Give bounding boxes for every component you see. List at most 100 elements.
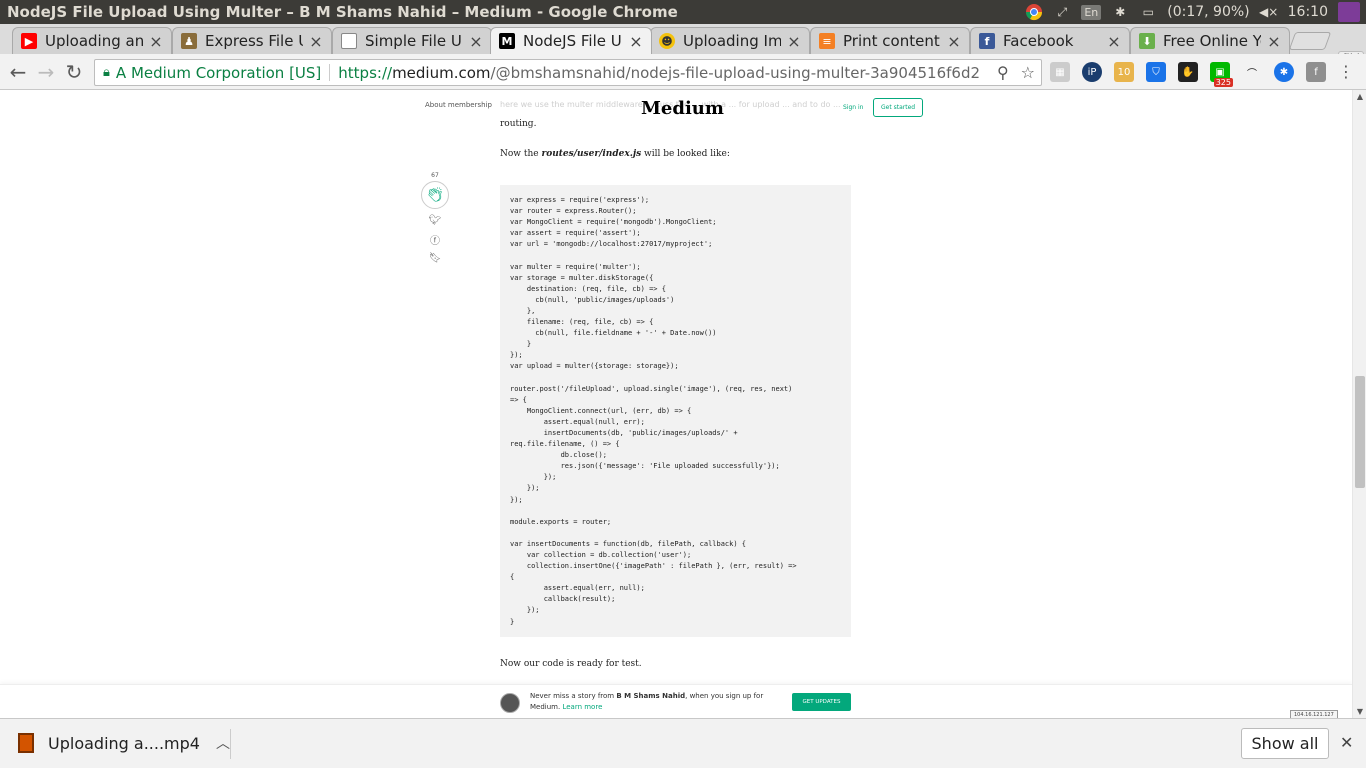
keyboard-language-indicator[interactable]: En — [1081, 4, 1102, 20]
chrome-icon[interactable] — [1025, 3, 1043, 21]
bookmark-star-icon[interactable]: ☆ — [1021, 63, 1035, 82]
scroll-thumb[interactable] — [1355, 376, 1365, 488]
close-icon[interactable]: × — [629, 32, 643, 51]
scroll-up-icon[interactable]: ▲ — [1355, 92, 1365, 101]
shield-icon[interactable]: ⛉ — [1146, 62, 1166, 82]
download-icon: ⬇ — [1139, 33, 1155, 49]
new-tab-button[interactable] — [1288, 32, 1332, 50]
youtube-icon: ▶ — [21, 33, 37, 49]
url-path[interactable]: /@bmshamsnahid/nodejs-file-upload-using-… — [491, 64, 981, 82]
wave-extension-icon[interactable]: ⌒ — [1242, 62, 1262, 82]
gnome-icon[interactable]: ✋ — [1178, 62, 1198, 82]
page-scrollbar[interactable]: ▲ ▼ — [1352, 90, 1366, 718]
close-icon[interactable]: × — [1107, 32, 1121, 51]
learn-more-link[interactable]: Learn more — [562, 703, 602, 711]
tab-label: Express File Up — [205, 32, 303, 50]
url-scheme[interactable]: https:// — [338, 64, 392, 82]
stackoverflow-icon: ≡ — [819, 33, 835, 49]
twitter-icon[interactable]: 🐦︎ — [420, 215, 450, 226]
show-all-button[interactable]: Show all — [1241, 728, 1329, 759]
browser-toolbar: ← → ↻ 🔒︎ A Medium Corporation [US] https… — [0, 54, 1366, 90]
tab-label: NodeJS File Up — [523, 32, 623, 50]
extension-puzzle-icon[interactable]: ▦ — [1050, 62, 1070, 82]
calendar-extension-icon[interactable]: 10 — [1114, 62, 1134, 82]
lock-icon[interactable]: 🔒︎ — [103, 65, 110, 80]
tab-free-online-youtube[interactable]: ⬇ Free Online Yo × — [1130, 27, 1290, 54]
secure-origin-label[interactable]: A Medium Corporation [US] — [116, 64, 321, 82]
medium-icon: M — [499, 33, 515, 49]
battery-icon[interactable]: ▭ — [1139, 3, 1157, 21]
download-item[interactable]: Uploading a....mp4 ︿ — [18, 733, 230, 753]
clap-icon[interactable]: 👏︎ — [421, 181, 449, 209]
tab-nodejs-file-upload[interactable]: M NodeJS File Up × — [490, 27, 652, 54]
signin-link[interactable]: Sign in — [843, 104, 863, 111]
close-icon[interactable]: × — [309, 32, 323, 51]
facebook-share-icon[interactable]: ⓕ — [420, 232, 450, 247]
tab-label: Facebook — [1003, 32, 1074, 50]
tab-facebook[interactable]: f Facebook × — [970, 27, 1130, 54]
get-started-button[interactable]: Get started — [873, 98, 924, 117]
ip-address-tag: 104.16.121.127 — [1290, 710, 1338, 718]
facebook-icon: f — [979, 33, 995, 49]
paragraph-routing: routing. — [500, 119, 537, 129]
extensions-area: ▦ iP 10 ⛉ ✋ ▣ 325 ⌒ ✱ f ⋮ — [1050, 62, 1354, 87]
tab-uploading-images[interactable]: ☻ Uploading Ima × — [650, 27, 810, 54]
omnibox-actions: ⚲ ☆ — [997, 63, 1035, 82]
chevron-up-icon[interactable]: ︿ — [216, 733, 230, 753]
address-bar[interactable]: 🔒︎ A Medium Corporation [US] https://med… — [94, 59, 1042, 86]
bluetooth-icon[interactable]: ✱ — [1111, 3, 1129, 21]
chrome-menu-icon[interactable]: ⋮ — [1338, 62, 1354, 82]
download-filename[interactable]: Uploading a....mp4 — [48, 734, 200, 753]
tab-strip: ▶ Uploading an I × ♟ Express File Up × S… — [0, 24, 1366, 67]
reload-icon[interactable]: ↻ — [62, 60, 86, 84]
paragraph-ready: Now our code is ready for test. — [500, 659, 642, 669]
text-span: Never miss a story from — [530, 692, 617, 700]
close-icon[interactable]: × — [787, 32, 801, 51]
scroll-down-icon[interactable]: ▼ — [1355, 707, 1365, 716]
page-icon — [341, 33, 357, 49]
tab-uploading-youtube[interactable]: ▶ Uploading an I × — [12, 27, 172, 54]
page-viewport: here we use the multer middleware ... cu… — [0, 90, 1352, 718]
medium-header: About membership Medium Sign in Get star… — [425, 96, 925, 120]
get-updates-button[interactable]: GET UPDATES — [792, 693, 851, 711]
about-membership-link[interactable]: About membership — [425, 101, 492, 109]
tab-print-content[interactable]: ≡ Print content o × — [810, 27, 970, 54]
zoom-icon[interactable]: ⚲ — [997, 63, 1009, 82]
author-avatar[interactable] — [500, 693, 520, 713]
tab-express-file-upload[interactable]: ♟ Express File Up × — [172, 27, 332, 54]
tab-label: Uploading Ima — [683, 32, 781, 50]
footer-message: Never miss a story from B M Shams Nahid,… — [530, 691, 780, 713]
volume-muted-icon[interactable]: ◀× — [1259, 3, 1278, 21]
file-path-emphasis: routes/user/index.js — [541, 149, 642, 159]
tab-simple-file-upload[interactable]: Simple File Upl × — [332, 27, 492, 54]
download-divider — [230, 729, 231, 759]
session-menu-icon[interactable] — [1338, 2, 1360, 22]
window-title: NodeJS File Upload Using Multer – B M Sh… — [7, 3, 678, 21]
emoji-icon: ☻ — [659, 33, 675, 49]
translate-extension-icon[interactable]: ✱ — [1274, 62, 1294, 82]
forward-arrow-icon[interactable]: → — [34, 60, 58, 84]
extension-badge: 325 — [1213, 78, 1233, 87]
close-icon[interactable]: × — [469, 32, 483, 51]
facebook-extension-icon[interactable]: f — [1306, 62, 1326, 82]
close-icon[interactable]: × — [149, 32, 163, 51]
close-icon[interactable]: × — [947, 32, 961, 51]
bookmark-icon[interactable]: 🔖︎ — [420, 253, 450, 264]
medium-logo[interactable]: Medium — [641, 98, 724, 119]
back-arrow-icon[interactable]: ← — [6, 60, 30, 84]
network-off-icon[interactable]: ⤢ — [1053, 3, 1071, 21]
ip-extension-icon[interactable]: iP — [1082, 62, 1102, 82]
tab-label: Print content o — [843, 32, 941, 50]
clock[interactable]: 16:10 — [1288, 4, 1328, 20]
text-span: will be looked like: — [641, 149, 730, 159]
close-icon[interactable]: ✕ — [1340, 733, 1353, 752]
tab-label: Simple File Upl — [365, 32, 463, 50]
battery-status[interactable]: (0:17, 90%) — [1167, 4, 1249, 20]
url-host[interactable]: medium.com — [392, 64, 490, 82]
line-extension-icon[interactable]: ▣ 325 — [1210, 62, 1233, 87]
author-name: B M Shams Nahid — [616, 692, 686, 700]
sticky-footer: Never miss a story from B M Shams Nahid,… — [0, 684, 1352, 718]
tab-label: Uploading an I — [45, 32, 143, 50]
close-icon[interactable]: × — [1267, 32, 1281, 51]
os-title-bar: NodeJS File Upload Using Multer – B M Sh… — [0, 0, 1366, 24]
